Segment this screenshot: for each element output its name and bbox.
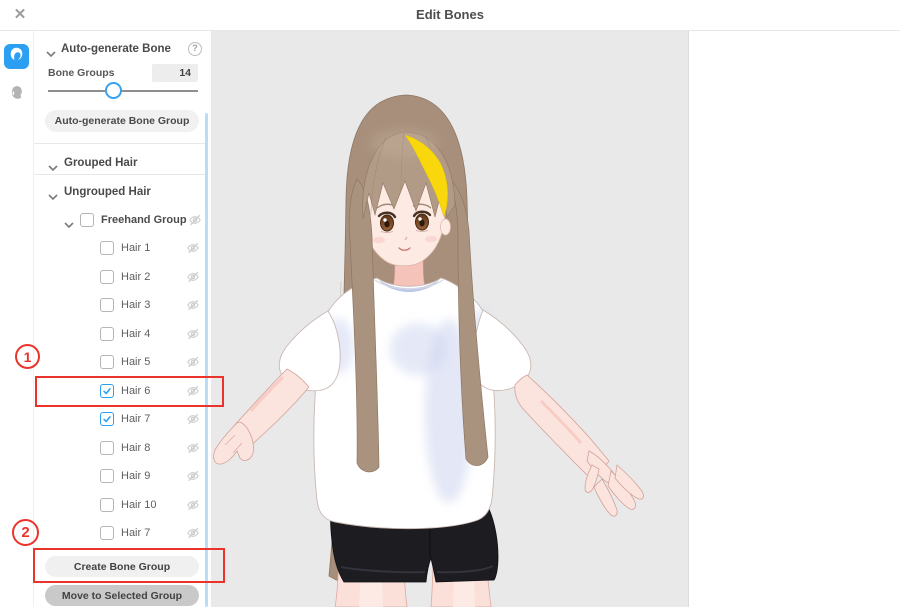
- section-title: Ungrouped Hair: [64, 186, 151, 198]
- tree-item-hair-5[interactable]: Hair 5: [34, 348, 210, 377]
- eye-slash-icon[interactable]: [186, 327, 200, 341]
- eye-slash-icon[interactable]: [186, 412, 200, 426]
- checkbox[interactable]: [100, 440, 114, 455]
- auto-generate-section-header[interactable]: Auto-generate Bone ?: [46, 40, 202, 57]
- chevron-down-icon: [46, 45, 56, 57]
- tree-item-label: Hair 2: [121, 270, 151, 283]
- eye-slash-icon[interactable]: [186, 526, 200, 540]
- hair-icon: [8, 46, 25, 68]
- eye-slash-icon[interactable]: [186, 355, 200, 369]
- checkbox[interactable]: [100, 412, 114, 427]
- slider-thumb[interactable]: [104, 82, 122, 99]
- checkbox[interactable]: [100, 469, 114, 484]
- chevron-down-icon: [48, 188, 58, 201]
- slider-track: [48, 90, 198, 92]
- checkbox[interactable]: [100, 497, 114, 512]
- tree-item-hair-10[interactable]: Hair 10: [34, 491, 210, 520]
- tree-item-hair-1[interactable]: Hair 1: [34, 234, 210, 263]
- tree-item-hair-2[interactable]: Hair 2: [34, 263, 210, 292]
- tree-item-label: Hair 6: [121, 384, 151, 397]
- tree-item-label: Hair 7: [121, 527, 151, 540]
- tree-item-hair-8[interactable]: Hair 8: [34, 434, 210, 463]
- hair-item-list: Hair 1 Hair 2 Hair 3 Hair 4 Hair 5 Hair 6 Hair…: [34, 234, 210, 548]
- bone-groups-slider[interactable]: [48, 81, 198, 101]
- face-icon: [8, 84, 25, 106]
- panel-scrollbar[interactable]: [205, 113, 208, 607]
- tree-item-label: Hair 5: [121, 356, 151, 369]
- tree-item-hair-7[interactable]: Hair 7: [34, 405, 210, 434]
- section-title: Auto-generate Bone: [61, 42, 171, 55]
- eye-slash-icon[interactable]: [186, 241, 200, 255]
- tree-item-label: Hair 10: [121, 498, 157, 511]
- tree-item-label: Hair 4: [121, 327, 151, 340]
- auto-generate-bone-group-button[interactable]: Auto-generate Bone Group: [45, 110, 199, 132]
- tree-item-freehand-group[interactable]: Freehand Group: [64, 208, 202, 232]
- eye-slash-icon[interactable]: [186, 498, 200, 512]
- bone-groups-label: Bone Groups: [48, 67, 115, 79]
- checkbox[interactable]: [100, 383, 114, 398]
- tree-item-hair-6[interactable]: Hair 6: [34, 377, 210, 406]
- eye-slash-icon[interactable]: [186, 384, 200, 398]
- 3d-viewport[interactable]: [211, 31, 688, 607]
- tree-item-hair-9[interactable]: Hair 9: [34, 462, 210, 491]
- divider: [34, 143, 207, 144]
- page-title: Edit Bones: [416, 7, 484, 22]
- eye-slash-icon[interactable]: [186, 469, 200, 483]
- tree-item-label: Hair 7: [121, 413, 151, 426]
- tree-item-label: Freehand Group: [101, 214, 187, 226]
- eye-slash-icon[interactable]: [188, 213, 202, 227]
- checkbox[interactable]: [100, 355, 114, 370]
- checkbox[interactable]: [80, 213, 94, 227]
- ungrouped-hair-section[interactable]: Ungrouped Hair: [48, 181, 202, 203]
- tree-item-label: Hair 8: [121, 441, 151, 454]
- tree-item-label: Hair 3: [121, 299, 151, 312]
- tree-item-label: Hair 1: [121, 242, 151, 255]
- checkbox[interactable]: [100, 298, 114, 313]
- bone-groups-value[interactable]: 14: [152, 64, 198, 82]
- chevron-down-icon: [64, 216, 74, 229]
- chevron-down-icon: [48, 159, 58, 172]
- close-icon[interactable]: ✕: [9, 0, 31, 30]
- edit-bones-window: Edit Bones ✕ Auto-generate Bone ? Bone G…: [0, 0, 900, 607]
- window-header: Edit Bones ✕: [0, 0, 900, 31]
- help-icon[interactable]: ?: [188, 41, 202, 56]
- hair-tool-button[interactable]: [4, 44, 29, 69]
- checkbox[interactable]: [100, 241, 114, 256]
- section-title: Grouped Hair: [64, 157, 138, 169]
- tree-item-hair-7[interactable]: Hair 7: [34, 519, 210, 548]
- create-bone-group-button[interactable]: Create Bone Group: [45, 556, 199, 577]
- checkbox[interactable]: [100, 526, 114, 541]
- eye-slash-icon[interactable]: [186, 270, 200, 284]
- bone-panel: Auto-generate Bone ? Bone Groups 14 Auto…: [34, 31, 210, 607]
- eye-slash-icon[interactable]: [186, 298, 200, 312]
- tool-rail: [0, 31, 34, 607]
- checkbox[interactable]: [100, 326, 114, 341]
- tree-item-hair-4[interactable]: Hair 4: [34, 320, 210, 349]
- character-model: [213, 94, 644, 607]
- eye-slash-icon[interactable]: [186, 441, 200, 455]
- move-to-selected-group-button[interactable]: Move to Selected Group: [45, 585, 199, 606]
- tree-item-label: Hair 9: [121, 470, 151, 483]
- bone-groups-row: Bone Groups 14: [48, 64, 198, 82]
- grouped-hair-section[interactable]: Grouped Hair: [48, 152, 202, 174]
- properties-panel-empty: [688, 31, 900, 607]
- checkbox[interactable]: [100, 269, 114, 284]
- face-tool-button[interactable]: [4, 82, 29, 107]
- divider: [34, 174, 207, 175]
- tree-item-hair-3[interactable]: Hair 3: [34, 291, 210, 320]
